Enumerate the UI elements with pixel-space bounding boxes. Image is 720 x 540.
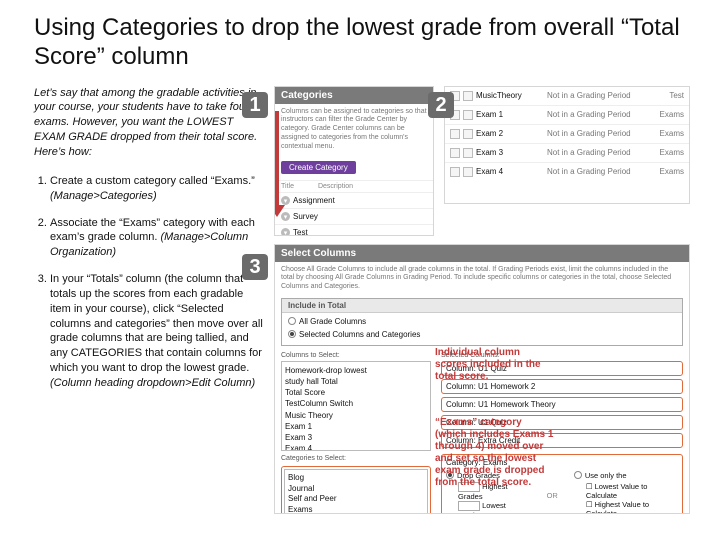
columns-listbox[interactable]: Homework-drop lowest study hall Total To… xyxy=(281,361,431,451)
columns-to-select-label: Columns to Select: xyxy=(281,352,431,359)
slide-title: Using Categories to drop the lowest grad… xyxy=(34,14,692,72)
col-row: Exam 1Not in a Grading PeriodExams xyxy=(445,106,689,125)
steps-list: Create a custom category called “Exams.”… xyxy=(34,174,264,391)
arrow-down-icon xyxy=(274,111,284,221)
handle-icon[interactable] xyxy=(463,110,473,120)
radio-all-columns[interactable]: All Grade Columns xyxy=(288,317,676,326)
selected-column-item: Column: U1 Homework Theory xyxy=(441,397,683,412)
handle-icon[interactable] xyxy=(463,91,473,101)
col-row: Exam 4Not in a Grading PeriodExams xyxy=(445,163,689,181)
categories-listbox[interactable]: Blog Journal Self and Peer Exams Homewor… xyxy=(284,469,428,514)
figure-column-organization: MusicTheoryNot in a Grading PeriodTest E… xyxy=(444,86,690,204)
radio-use-only[interactable]: Use only the xyxy=(574,471,678,480)
radio-selected-columns[interactable]: Selected Columns and Categories xyxy=(288,330,676,339)
figures-area: Categories Columns can be assigned to ca… xyxy=(274,86,692,403)
fig3-blurb: Choose All Grade Columns to include all … xyxy=(275,262,689,298)
step-badge-1: 1 xyxy=(242,92,268,118)
step-2: Associate the “Exams” category with each… xyxy=(50,216,264,261)
lowest-grades-input[interactable] xyxy=(458,501,480,511)
col-row: Exam 3Not in a Grading PeriodExams xyxy=(445,144,689,163)
step-badge-2: 2 xyxy=(428,92,454,118)
intro-text: Let’s say that among the gradable activi… xyxy=(34,86,264,160)
figure-categories: Categories Columns can be assigned to ca… xyxy=(274,86,434,236)
col-row: Exam 2Not in a Grading PeriodExams xyxy=(445,125,689,144)
annotation-exams-category: “Exams” category (which includes Exams 1… xyxy=(435,417,555,489)
handle-icon[interactable] xyxy=(450,148,460,158)
handle-icon[interactable] xyxy=(463,148,473,158)
category-row: ▾Survey xyxy=(275,208,433,224)
category-row: ▾Assignment xyxy=(275,192,433,208)
include-panel: Include in Total All Grade Columns Selec… xyxy=(281,298,683,346)
handle-icon[interactable] xyxy=(463,129,473,139)
fig1-blurb: Columns can be assigned to categories so… xyxy=(275,104,433,158)
annotation-individual-scores: Individual column scores included in the… xyxy=(435,347,545,383)
col-row: MusicTheoryNot in a Grading PeriodTest xyxy=(445,87,689,106)
categories-highlight: Blog Journal Self and Peer Exams Homewor… xyxy=(281,466,431,514)
step-badge-3: 3 xyxy=(242,254,268,280)
chevron-icon[interactable]: ▾ xyxy=(281,228,290,235)
include-label: Include in Total xyxy=(282,299,682,313)
figure-select-columns: Select Columns Choose All Grade Columns … xyxy=(274,244,690,514)
handle-icon[interactable] xyxy=(450,167,460,177)
categories-to-select-label: Categories to Select: xyxy=(281,455,431,462)
left-column: Let’s say that among the gradable activi… xyxy=(34,86,264,403)
handle-icon[interactable] xyxy=(463,167,473,177)
fig1-col-headers: Title Description xyxy=(275,180,433,192)
category-row: ▾Test xyxy=(275,224,433,235)
fig3-header: Select Columns xyxy=(275,245,689,262)
step-1: Create a custom category called “Exams.”… xyxy=(50,174,264,204)
create-category-button[interactable]: Create Category xyxy=(281,161,356,174)
handle-icon[interactable] xyxy=(450,129,460,139)
step-3: In your “Totals” column (the column that… xyxy=(50,272,264,391)
fig1-header: Categories xyxy=(275,87,433,104)
